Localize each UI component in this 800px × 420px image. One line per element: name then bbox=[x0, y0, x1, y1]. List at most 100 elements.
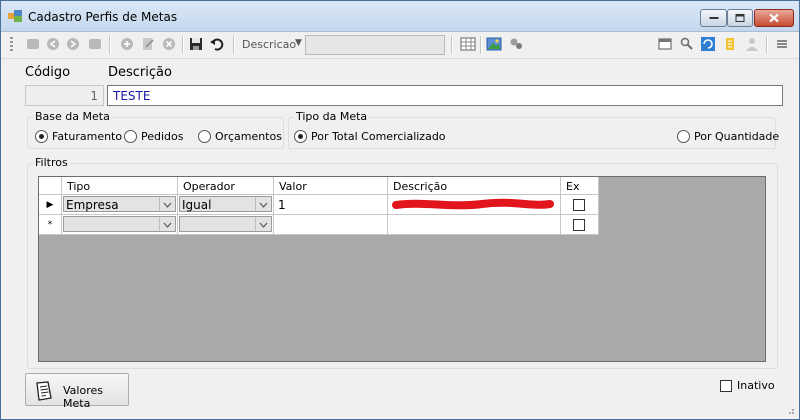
radio-dot bbox=[39, 134, 44, 139]
column-header-descricao[interactable]: Descrição bbox=[388, 177, 561, 195]
toolbar: Descricao ▼ bbox=[1, 32, 799, 59]
prev-record-icon[interactable] bbox=[45, 36, 61, 52]
table-cell-valor[interactable]: 1 bbox=[274, 195, 388, 215]
descricao-field[interactable]: TESTE bbox=[107, 85, 783, 106]
radio-label[interactable]: Por Quantidade bbox=[694, 130, 779, 143]
operador-combo[interactable] bbox=[179, 216, 272, 232]
minimize-button[interactable] bbox=[700, 9, 727, 27]
table-cell-operador[interactable] bbox=[178, 215, 274, 235]
inativo-checkbox[interactable] bbox=[720, 380, 732, 392]
radio-dot bbox=[298, 134, 303, 139]
table-cell-descricao[interactable] bbox=[388, 215, 561, 235]
edit-icon[interactable] bbox=[140, 36, 156, 52]
row-header-new[interactable]: * bbox=[39, 215, 62, 235]
valores-meta-label: Valores Meta bbox=[63, 384, 103, 410]
toolbar-descricao-label[interactable]: Descricao bbox=[242, 38, 296, 51]
table-cell-tipo[interactable]: Empresa bbox=[62, 195, 178, 215]
undo-icon[interactable] bbox=[209, 36, 225, 52]
codigo-label: Código bbox=[25, 65, 71, 80]
grid-view-icon[interactable] bbox=[460, 36, 476, 52]
toolbar-separator bbox=[182, 36, 184, 54]
save-icon[interactable] bbox=[188, 36, 204, 52]
descricao-label: Descrição bbox=[108, 65, 172, 80]
close-icon bbox=[769, 13, 779, 23]
next-record-icon[interactable] bbox=[65, 36, 81, 52]
maximize-button[interactable] bbox=[727, 9, 753, 27]
toolbar-separator bbox=[480, 36, 482, 54]
chevron-down-icon bbox=[163, 202, 172, 208]
ex-checkbox[interactable] bbox=[573, 199, 585, 211]
valores-meta-button[interactable]: Valores Meta bbox=[25, 373, 129, 410]
file-icon[interactable] bbox=[722, 36, 738, 52]
tipo-meta-title: Tipo da Meta bbox=[294, 110, 370, 123]
table-cell-descricao[interactable] bbox=[388, 195, 561, 215]
tools-icon[interactable] bbox=[508, 36, 524, 52]
radio-circle[interactable] bbox=[124, 130, 137, 143]
toolbar-separator bbox=[766, 36, 768, 54]
radio-circle[interactable] bbox=[198, 130, 211, 143]
dropdown-button[interactable] bbox=[159, 197, 175, 211]
operador-value: Igual bbox=[182, 198, 212, 212]
tipo-meta-group: Tipo da Meta Por Total Comercializado Po… bbox=[288, 110, 779, 149]
inativo-label[interactable]: Inativo bbox=[737, 379, 775, 392]
window-title: Cadastro Perfis de Metas bbox=[28, 10, 178, 24]
tipo-value: Empresa bbox=[66, 198, 119, 212]
column-header-operador[interactable]: Operador bbox=[178, 177, 274, 195]
window-icon[interactable] bbox=[657, 36, 673, 52]
menu-icon[interactable] bbox=[774, 36, 790, 52]
chevron-down-icon bbox=[163, 222, 172, 228]
table-cell-ex[interactable] bbox=[561, 195, 599, 215]
close-button[interactable] bbox=[754, 9, 794, 27]
radio-circle[interactable] bbox=[35, 130, 48, 143]
table-cell-operador[interactable]: Igual bbox=[178, 195, 274, 215]
base-meta-title: Base da Meta bbox=[33, 110, 112, 123]
chevron-down-icon bbox=[259, 202, 268, 208]
first-record-icon[interactable] bbox=[25, 36, 41, 52]
toolbar-separator bbox=[233, 36, 235, 54]
minimize-icon bbox=[709, 17, 718, 19]
radio-label[interactable]: Pedidos bbox=[141, 130, 184, 143]
dropdown-button[interactable] bbox=[255, 217, 271, 231]
grid-corner-header bbox=[39, 177, 62, 195]
document-icon bbox=[36, 381, 52, 401]
radio-label[interactable]: Por Total Comercializado bbox=[311, 130, 446, 143]
dropdown-button[interactable] bbox=[255, 197, 271, 211]
toolbar-grip[interactable] bbox=[10, 37, 13, 53]
title-bar: Cadastro Perfis de Metas bbox=[1, 1, 799, 32]
valor-value: 1 bbox=[278, 198, 286, 212]
chevron-down-icon[interactable]: ▼ bbox=[295, 38, 302, 48]
delete-icon[interactable] bbox=[161, 36, 177, 52]
find-icon[interactable] bbox=[679, 36, 695, 52]
column-header-valor[interactable]: Valor bbox=[274, 177, 388, 195]
column-header-tipo[interactable]: Tipo bbox=[62, 177, 178, 195]
row-header-current[interactable]: ▶ bbox=[39, 195, 62, 215]
table-cell-ex[interactable] bbox=[561, 215, 599, 235]
column-header-ex[interactable]: Ex bbox=[561, 177, 599, 195]
app-window: Cadastro Perfis de Metas Descricao ▼ Cód… bbox=[0, 0, 800, 420]
image-icon[interactable] bbox=[486, 36, 502, 52]
table-cell-valor[interactable] bbox=[274, 215, 388, 235]
chevron-down-icon bbox=[259, 222, 268, 228]
radio-label[interactable]: Faturamento bbox=[52, 130, 122, 143]
last-record-icon[interactable] bbox=[87, 36, 103, 52]
codigo-field[interactable]: 1 bbox=[25, 85, 104, 106]
app-icon bbox=[8, 10, 22, 22]
redaction-scribble bbox=[392, 198, 554, 210]
operador-combo[interactable]: Igual bbox=[179, 196, 272, 212]
table-cell-tipo[interactable] bbox=[62, 215, 178, 235]
user-icon[interactable] bbox=[744, 36, 760, 52]
resize-grip-icon[interactable] bbox=[785, 405, 795, 415]
dropdown-button[interactable] bbox=[159, 217, 175, 231]
radio-circle[interactable] bbox=[294, 130, 307, 143]
tipo-combo[interactable]: Empresa bbox=[63, 196, 176, 212]
add-icon[interactable] bbox=[119, 36, 135, 52]
toolbar-separator bbox=[451, 36, 453, 54]
toolbar-separator bbox=[109, 36, 111, 54]
filtros-grid[interactable]: Tipo Operador Valor Descrição Ex ▶ Empre… bbox=[38, 176, 766, 362]
toolbar-search-input[interactable] bbox=[305, 35, 445, 55]
refresh-icon[interactable] bbox=[700, 36, 716, 52]
ex-checkbox[interactable] bbox=[573, 219, 585, 231]
radio-label[interactable]: Orçamentos bbox=[215, 130, 282, 143]
radio-circle[interactable] bbox=[677, 130, 690, 143]
tipo-combo[interactable] bbox=[63, 216, 176, 232]
